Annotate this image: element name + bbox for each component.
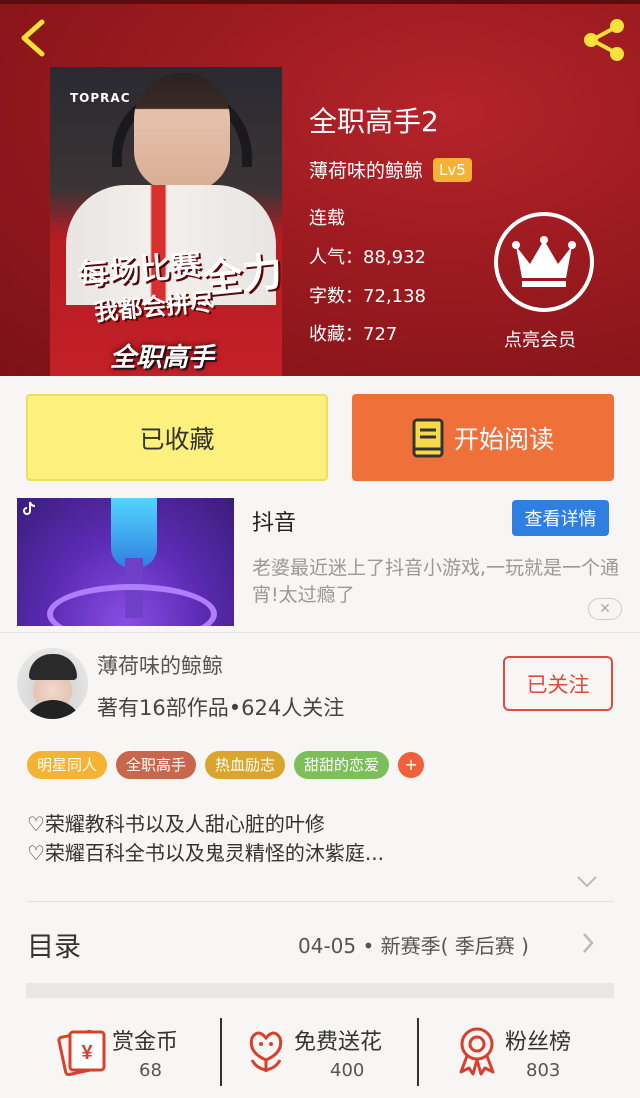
tag-item[interactable]: 明星同人 bbox=[27, 751, 108, 779]
toc-label[interactable]: 目录 bbox=[27, 925, 81, 964]
ad-image[interactable] bbox=[17, 498, 234, 626]
cover-logo: 全职高手 bbox=[110, 343, 215, 373]
reward-coins-button[interactable]: ¥ 赏金币 68 bbox=[0, 1000, 220, 1098]
ad-description[interactable]: 老婆最近迷上了抖音小游戏,一玩就是一个通宵!太过瘾了 bbox=[252, 555, 622, 609]
tag-item[interactable]: 热血励志 bbox=[205, 751, 286, 779]
flower-count: 400 bbox=[330, 1060, 365, 1081]
serial-status: 连载 bbox=[309, 208, 345, 229]
divider bbox=[0, 632, 640, 633]
author-avatar[interactable] bbox=[17, 648, 88, 719]
more-tags-button[interactable]: + bbox=[398, 752, 425, 778]
vip-button[interactable] bbox=[494, 212, 594, 312]
favorites-stat: 收藏：727 bbox=[309, 324, 398, 345]
book-icon bbox=[412, 418, 444, 457]
level-badge: Lv5 bbox=[433, 157, 472, 182]
word-count-stat: 字数：72,138 bbox=[309, 286, 426, 307]
cover-brand: TOPRAC bbox=[70, 91, 131, 105]
fans-count: 803 bbox=[526, 1060, 561, 1081]
author-row[interactable]: 薄荷味的鲸鲸 Lv5 bbox=[309, 156, 472, 183]
share-icon bbox=[584, 19, 624, 61]
book-intro[interactable]: ♡荣耀教科书以及人甜心脏的叶修 ♡荣耀百科全书以及鬼灵精怪的沐紫庭... bbox=[27, 810, 384, 868]
back-icon bbox=[21, 19, 45, 57]
flower-icon bbox=[249, 1031, 283, 1072]
send-flower-button[interactable]: 免费送花 400 bbox=[222, 1000, 418, 1098]
tag-item[interactable]: 全职高手 bbox=[116, 751, 197, 779]
author-card-name[interactable]: 薄荷味的鲸鲸 bbox=[97, 650, 223, 680]
vip-label[interactable]: 点亮会员 bbox=[504, 326, 576, 352]
chevron-down-icon bbox=[577, 876, 597, 888]
reward-count: 68 bbox=[139, 1060, 162, 1081]
tag-item[interactable]: 甜甜的恋爱 bbox=[294, 751, 390, 779]
intro-line: ♡荣耀教科书以及人甜心脏的叶修 bbox=[27, 812, 325, 836]
svg-text:¥: ¥ bbox=[81, 1042, 93, 1064]
start-reading-label: 开始阅读 bbox=[453, 424, 554, 454]
intro-line: ♡荣耀百科全书以及鬼灵精怪的沐紫庭... bbox=[27, 841, 385, 865]
author-card-works: 著有16部作品•624人关注 bbox=[97, 696, 345, 720]
book-cover[interactable]: TOPRAC 每场比赛 全力 我都会拼尽 全职高手 bbox=[50, 67, 282, 376]
coin-icon: ¥ bbox=[57, 1029, 106, 1076]
popularity-stat: 人气：88,932 bbox=[309, 247, 426, 268]
close-icon: ✕ bbox=[599, 601, 611, 617]
expand-intro-button[interactable] bbox=[576, 874, 598, 888]
divider bbox=[27, 901, 614, 902]
chevron-right-icon bbox=[583, 933, 594, 953]
reward-label: 赏金币 bbox=[112, 1030, 179, 1055]
section-spacer bbox=[26, 983, 614, 998]
flower-label: 免费送花 bbox=[294, 1030, 383, 1055]
author-name[interactable]: 薄荷味的鲸鲸 bbox=[309, 156, 423, 183]
ad-detail-button[interactable]: 查看详情 bbox=[512, 500, 609, 536]
share-button[interactable] bbox=[578, 16, 630, 64]
collected-button[interactable]: 已收藏 bbox=[26, 394, 328, 481]
ad-title[interactable]: 抖音 bbox=[252, 505, 296, 537]
cover-person bbox=[134, 73, 230, 191]
bottom-bar: ¥ 赏金币 68 免费送花 400 粉丝榜 803 bbox=[0, 1000, 640, 1098]
start-reading-button[interactable]: 开始阅读 bbox=[352, 394, 614, 481]
tiktok-icon bbox=[23, 501, 36, 515]
back-button[interactable] bbox=[14, 16, 54, 60]
tag-list: 明星同人 全职高手 热血励志 甜甜的恋爱 + bbox=[27, 751, 425, 779]
book-header: TOPRAC 每场比赛 全力 我都会拼尽 全职高手 全职高手2 薄荷味的鲸鲸 L… bbox=[0, 0, 640, 376]
fans-label: 粉丝榜 bbox=[505, 1030, 572, 1055]
collected-label: 已收藏 bbox=[139, 424, 215, 454]
ad-image-ring bbox=[47, 584, 217, 626]
book-title: 全职高手2 bbox=[309, 105, 439, 138]
crown-icon bbox=[512, 236, 576, 287]
avatar-cap bbox=[29, 654, 77, 680]
avatar-body bbox=[23, 700, 83, 719]
medal-icon bbox=[459, 1027, 495, 1076]
latest-chapter[interactable]: 04-05 • 新赛季( 季后赛 ) bbox=[298, 930, 529, 959]
ad-close-button[interactable]: ✕ bbox=[588, 598, 622, 620]
fans-rank-button[interactable]: 粉丝榜 803 bbox=[419, 1000, 640, 1098]
follow-button[interactable]: 已关注 bbox=[503, 656, 613, 711]
toc-arrow[interactable] bbox=[580, 931, 596, 955]
